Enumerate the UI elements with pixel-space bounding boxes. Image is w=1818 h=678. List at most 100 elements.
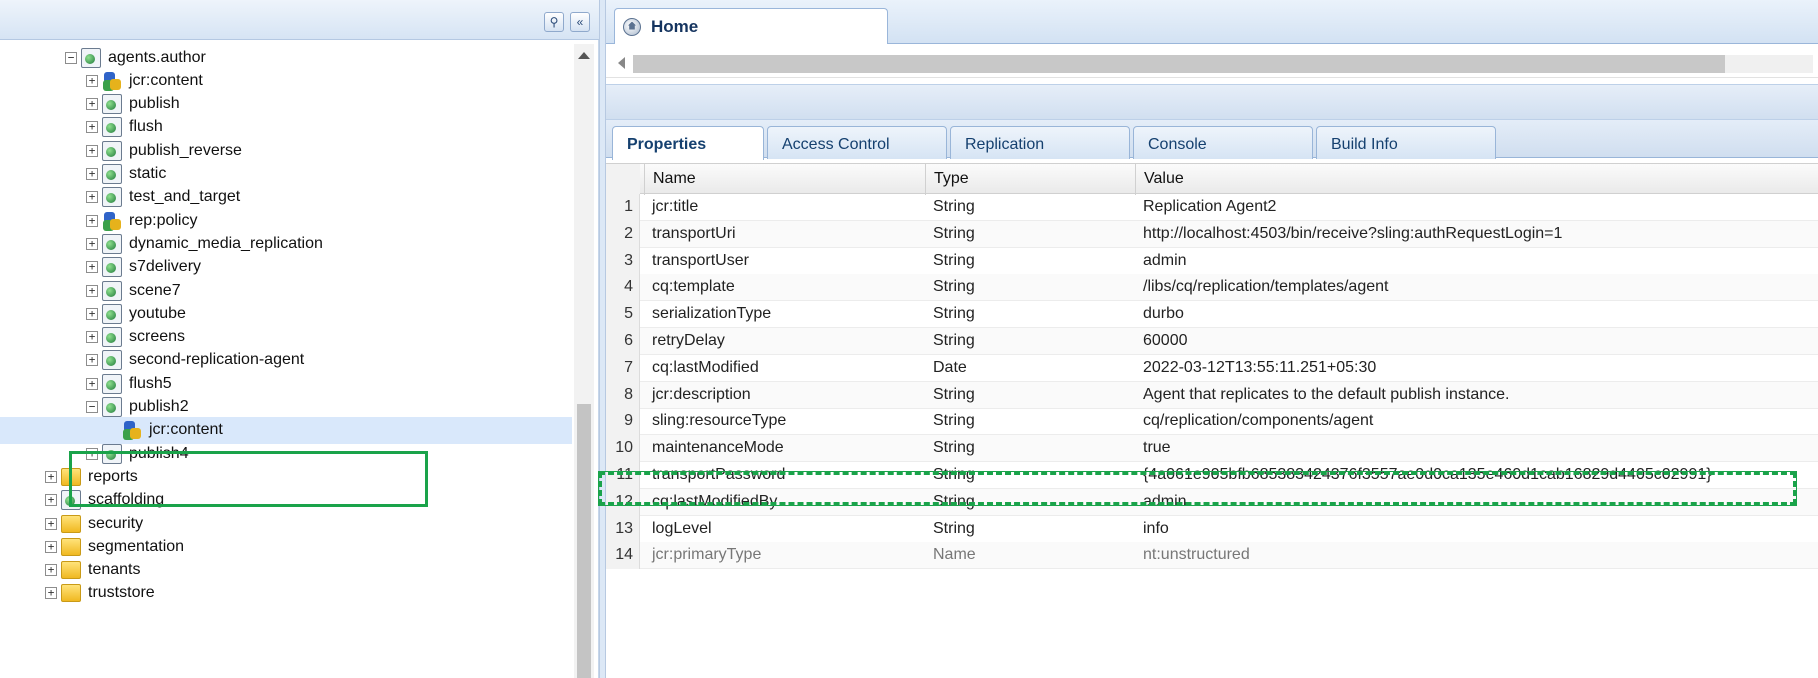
tree-node[interactable]: + truststore [45, 580, 158, 607]
collapse-icon[interactable]: − [65, 51, 77, 64]
page-node-icon [102, 373, 122, 394]
row-number-cell: 5 [606, 301, 640, 329]
row-number-header [606, 164, 640, 195]
table-row[interactable]: 8 jcr:description String Agent that replica… [606, 381, 1818, 409]
table-row[interactable]: 7 cq:lastModified Date 2022-03-12T13:55:11.… [606, 354, 1818, 382]
collapse-icon[interactable]: − [86, 401, 98, 413]
table-row[interactable]: 9 sling:resourceType String cq/replication/… [606, 408, 1818, 436]
property-type-cell: String [933, 412, 975, 430]
property-name-cell: jcr:description [652, 385, 751, 403]
property-type-cell: String [933, 385, 975, 403]
table-row[interactable]: 10 maintenanceMode String true [606, 435, 1818, 463]
column-header-type[interactable]: Type [925, 164, 1135, 195]
page-node-icon [102, 327, 122, 348]
tree-node-label: flush5 [129, 374, 172, 392]
content-node-icon [122, 420, 142, 440]
expand-icon[interactable]: + [86, 354, 98, 367]
property-type-cell: String [933, 439, 975, 457]
property-name-cell: serializationType [652, 305, 772, 323]
tree-node-label: publish2 [129, 398, 189, 415]
table-row[interactable]: 3 transportUser String admin [606, 247, 1818, 275]
tree-node-label: s7delivery [129, 258, 202, 276]
property-type-cell: String [933, 519, 975, 537]
expand-icon[interactable]: + [86, 191, 98, 204]
table-row[interactable]: 14 jcr:primaryType Name nt:unstructured [606, 542, 1818, 570]
property-value-cell: {4a061e905bfb685383424376f3557ae0d0ca135… [1143, 466, 1712, 483]
tab-access-control[interactable]: Access Control [767, 126, 947, 159]
repository-tree-panel: ⚲ « − agents.author + jcr:content + publish + f… [0, 0, 599, 678]
page-node-icon [102, 233, 122, 254]
panel-splitter[interactable] [599, 0, 606, 678]
scrollbar-thumb[interactable] [633, 55, 1725, 73]
binoculars-icon[interactable]: ⚲ [544, 12, 564, 32]
expand-icon[interactable]: + [86, 447, 98, 460]
expand-icon[interactable]: + [86, 74, 98, 87]
expand-icon[interactable]: + [86, 98, 98, 111]
page-node-icon [102, 257, 122, 278]
table-row[interactable]: 6 retryDelay String 60000 [606, 328, 1818, 355]
scroll-left-icon[interactable] [618, 57, 625, 69]
property-name-cell: transportUri [652, 224, 736, 242]
tree-node-label: youtube [129, 304, 186, 322]
property-name-cell: cq:template [652, 278, 735, 296]
expand-icon[interactable]: + [86, 377, 98, 390]
table-row[interactable]: 13 logLevel String info [606, 515, 1818, 543]
tab-home[interactable]: Home [614, 8, 888, 44]
page-node-icon [102, 303, 122, 324]
expand-icon[interactable]: + [86, 214, 98, 227]
table-row[interactable]: 5 serializationType String durbo [606, 301, 1818, 329]
property-type-cell: String [933, 251, 975, 269]
editor-horizontal-scrollbar[interactable] [606, 48, 1818, 78]
page-node-icon [102, 187, 122, 208]
content-node-icon [102, 71, 122, 91]
page-node-icon [102, 164, 122, 184]
tree-node-label: security [88, 514, 144, 532]
expand-icon[interactable]: + [86, 168, 98, 180]
property-value-cell: cq/replication/components/agent [1143, 412, 1374, 430]
toolbar-band [606, 84, 1818, 120]
row-number-cell: 10 [606, 435, 640, 463]
expand-icon[interactable]: + [86, 261, 98, 274]
column-header-value[interactable]: Value [1135, 164, 1818, 195]
property-name-cell: logLevel [652, 519, 712, 537]
table-row[interactable]: 2 transportUri String http://localhost:4503… [606, 220, 1818, 248]
expand-icon[interactable]: + [86, 237, 98, 250]
table-row[interactable]: 11 transportPassword String {4a061e905bfb68… [606, 462, 1818, 489]
expand-icon[interactable]: + [45, 517, 57, 530]
tab-replication[interactable]: Replication [950, 126, 1130, 159]
expand-icon[interactable]: + [86, 307, 98, 320]
expand-icon[interactable]: + [45, 540, 57, 553]
tab-console[interactable]: Console [1133, 126, 1313, 159]
table-row[interactable]: 4 cq:template String/libs/cq/replication/t… [606, 274, 1818, 302]
tree-vertical-scrollbar[interactable] [574, 44, 594, 678]
page-node-icon [102, 350, 122, 371]
property-value-cell: /libs/cq/replication/templates/agent [1143, 278, 1389, 296]
collapse-panel-icon[interactable]: « [570, 12, 590, 32]
expand-icon[interactable]: + [45, 587, 57, 600]
expand-icon[interactable]: + [86, 331, 98, 344]
expand-icon[interactable]: + [86, 284, 98, 297]
tab-build-info[interactable]: Build Info [1316, 126, 1496, 159]
scroll-up-icon[interactable] [578, 52, 590, 59]
home-icon [623, 17, 641, 36]
expand-icon[interactable]: + [86, 144, 98, 157]
property-value-cell: admin [1143, 251, 1187, 269]
tab-properties[interactable]: Properties [612, 126, 764, 160]
expand-icon[interactable]: + [86, 121, 98, 134]
page-node-icon [81, 47, 101, 68]
expand-icon[interactable]: + [45, 564, 57, 577]
tree-node-label: test_and_target [129, 188, 241, 206]
table-row[interactable]: 12 cq:lastModifiedBy String admin [606, 488, 1818, 516]
content-panel: Home Properties Access Control Replicati… [598, 0, 1818, 678]
table-row[interactable]: 1 jcr:title String Replication Agent2 [606, 194, 1818, 221]
column-header-name[interactable]: Name [644, 164, 926, 195]
property-value-cell: http://localhost:4503/bin/receive?sling:… [1143, 224, 1563, 242]
tree-node-label: publish [129, 95, 180, 113]
tree-node-label: publish4 [129, 444, 189, 462]
scrollbar-thumb[interactable] [577, 404, 591, 678]
expand-icon[interactable]: + [45, 494, 57, 507]
property-type-cell: String [933, 466, 975, 483]
expand-icon[interactable]: + [45, 470, 57, 483]
tree-node-label: agents.author [108, 48, 206, 66]
row-number-cell: 4 [606, 274, 640, 302]
